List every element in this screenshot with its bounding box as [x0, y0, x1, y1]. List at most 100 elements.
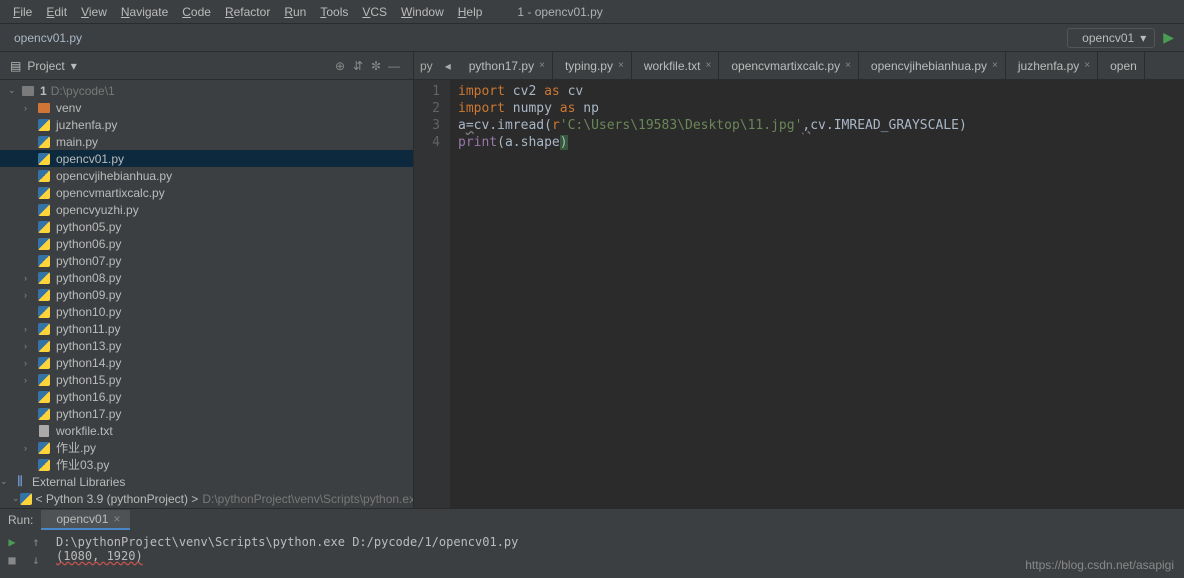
menu-help[interactable]: Help [451, 5, 490, 19]
editor-tab[interactable]: opencvjihebianhua.py × [859, 52, 1006, 79]
tree-item[interactable]: ›作业.py [0, 439, 413, 456]
tree-item[interactable]: python06.py [0, 235, 413, 252]
tree-item[interactable]: opencvyuzhi.py [0, 201, 413, 218]
tree-item[interactable]: ›python14.py [0, 354, 413, 371]
tree-item[interactable]: ›python13.py [0, 337, 413, 354]
tree-item[interactable]: workfile.txt [0, 422, 413, 439]
editor-tab[interactable]: workfile.txt× [632, 52, 720, 79]
editor-tab[interactable]: open [1098, 52, 1145, 79]
chevron-down-icon: ▾ [1140, 31, 1146, 45]
python-icon [20, 492, 32, 506]
down-icon[interactable]: ↓ [32, 553, 39, 567]
ext-lib-label: External Libraries [32, 475, 125, 489]
tree-item-label: opencvyuzhi.py [56, 203, 139, 217]
tabs-overflow-left[interactable]: py [414, 59, 439, 73]
tree-item[interactable]: python05.py [0, 218, 413, 235]
env-label: < Python 3.9 (pythonProject) > [36, 492, 199, 506]
external-libraries[interactable]: ⌄ ⫼ External Libraries [0, 473, 413, 490]
tree-root[interactable]: ⌄ 1 D:\pycode\1 [0, 82, 413, 99]
editor-tabs: py ◂ python17.py×typing.py×workfile.txt×… [414, 52, 1184, 80]
tree-item-label: python10.py [56, 305, 121, 319]
python-icon [36, 118, 52, 132]
editor-tab[interactable]: opencvmartixcalc.py× [719, 52, 859, 79]
close-icon[interactable]: × [113, 512, 120, 526]
rerun-icon[interactable]: ▶ [8, 535, 15, 549]
tree-item[interactable]: 作业03.py [0, 456, 413, 473]
editor-tab[interactable]: python17.py × [457, 52, 553, 79]
tree-item[interactable]: ›python15.py [0, 371, 413, 388]
breadcrumb[interactable]: opencv01.py [10, 31, 82, 45]
tree-item[interactable]: opencvjihebianhua.py [0, 167, 413, 184]
tree-item-label: python06.py [56, 237, 121, 251]
run-output[interactable]: D:\pythonProject\venv\Scripts\python.exe… [48, 531, 1184, 578]
project-tree[interactable]: ⌄ 1 D:\pycode\1 ›venvjuzhenfa.pymain.pyo… [0, 80, 413, 508]
python-env[interactable]: ⌄ < Python 3.9 (pythonProject) > D:\pyth… [0, 490, 413, 507]
tree-item-label: python08.py [56, 271, 121, 285]
tree-item[interactable]: ›venv [0, 99, 413, 116]
tree-item[interactable]: ›python09.py [0, 286, 413, 303]
close-icon[interactable]: × [845, 60, 851, 71]
tree-item-label: opencvmartixcalc.py [56, 186, 165, 200]
tree-item-label: python05.py [56, 220, 121, 234]
code-area[interactable]: import cv2 as cv import numpy as np a=cv… [450, 80, 967, 508]
tree-item[interactable]: opencv01.py [0, 150, 413, 167]
run-config-selector[interactable]: opencv01 ▾ [1067, 28, 1155, 48]
library-icon: ⫼ [12, 475, 28, 489]
tab-label: typing.py [565, 59, 613, 73]
close-icon[interactable]: × [539, 60, 545, 71]
menu-tools[interactable]: Tools [313, 5, 355, 19]
tree-item[interactable]: python16.py [0, 388, 413, 405]
tree-item[interactable]: ›python08.py [0, 269, 413, 286]
python-icon [36, 186, 52, 200]
close-icon[interactable]: × [706, 60, 712, 71]
gear-icon[interactable]: ✼ [367, 59, 385, 73]
tree-item[interactable]: juzhenfa.py [0, 116, 413, 133]
tree-item[interactable]: python17.py [0, 405, 413, 422]
tree-item-label: workfile.txt [56, 424, 113, 438]
root-name: 1 [40, 84, 47, 98]
python-icon [36, 407, 52, 421]
close-icon[interactable]: × [1084, 60, 1090, 71]
menu-window[interactable]: Window [394, 5, 451, 19]
run-button[interactable]: ▶ [1163, 29, 1174, 46]
tabs-dropdown-icon[interactable]: ◂ [439, 59, 457, 73]
menu-view[interactable]: View [74, 5, 114, 19]
menu-vcs[interactable]: VCS [355, 5, 394, 19]
up-icon[interactable]: ↑ [32, 535, 39, 549]
root-path: D:\pycode\1 [51, 84, 115, 98]
menu-run[interactable]: Run [277, 5, 313, 19]
tree-item[interactable]: opencvmartixcalc.py [0, 184, 413, 201]
python-icon [36, 169, 52, 183]
text-file-icon [36, 424, 52, 438]
menu-edit[interactable]: Edit [39, 5, 74, 19]
output-line: D:\pythonProject\venv\Scripts\python.exe… [56, 535, 1176, 549]
tree-item-label: python15.py [56, 373, 121, 387]
tree-item[interactable]: python07.py [0, 252, 413, 269]
gutter: 1234 [414, 80, 450, 508]
menu-navigate[interactable]: Navigate [114, 5, 175, 19]
tree-item[interactable]: python10.py [0, 303, 413, 320]
collapse-icon[interactable]: ⇵ [349, 59, 367, 73]
menu-code[interactable]: Code [175, 5, 218, 19]
tab-label: python17.py [469, 59, 534, 73]
stop-icon[interactable]: ■ [8, 553, 15, 567]
sidebar-title[interactable]: Project [27, 59, 64, 73]
tree-item[interactable]: main.py [0, 133, 413, 150]
run-tab[interactable]: opencv01 × [41, 510, 130, 530]
tree-item[interactable]: ›python11.py [0, 320, 413, 337]
menu-file[interactable]: File [6, 5, 39, 19]
editor-tab[interactable]: juzhenfa.py× [1006, 52, 1098, 79]
tree-item-label: main.py [56, 135, 98, 149]
locate-icon[interactable]: ⊕ [331, 59, 349, 73]
editor-tab[interactable]: typing.py × [553, 52, 632, 79]
python-icon [36, 271, 52, 285]
python-icon [36, 390, 52, 404]
close-icon[interactable]: × [618, 60, 624, 71]
menu-refactor[interactable]: Refactor [218, 5, 277, 19]
close-icon[interactable]: × [992, 60, 998, 71]
window-title: 1 - opencv01.py [517, 5, 602, 19]
chevron-down-icon[interactable]: ▾ [71, 59, 77, 73]
run-tab-label: opencv01 [56, 512, 108, 526]
hide-icon[interactable]: — [385, 59, 403, 73]
tab-label: opencvjihebianhua.py [871, 59, 987, 73]
